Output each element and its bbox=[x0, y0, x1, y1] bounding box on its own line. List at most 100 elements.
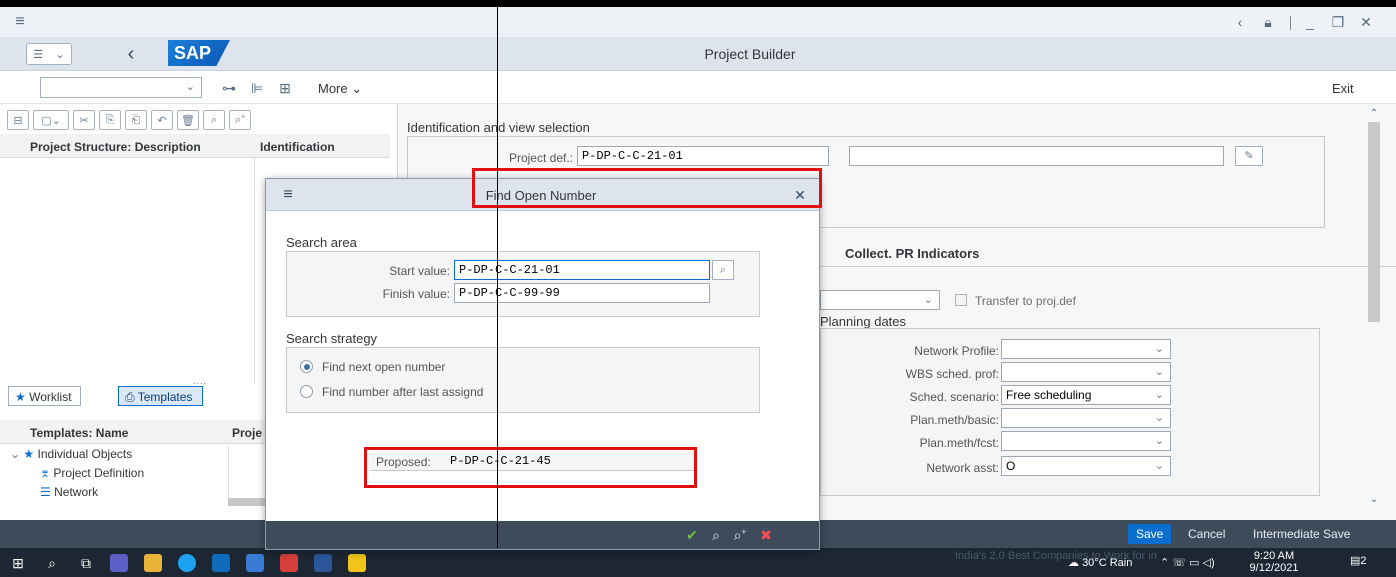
app-icon[interactable] bbox=[246, 554, 264, 572]
worklist-tab[interactable]: ★ Worklist bbox=[8, 386, 81, 406]
cancel-button[interactable]: Cancel bbox=[1188, 527, 1225, 541]
plan-fcst-dropdown[interactable]: ⌄ bbox=[1001, 431, 1171, 451]
radio-find-after-last[interactable] bbox=[300, 385, 313, 398]
lock-icon[interactable]: 🔒︎ bbox=[1258, 12, 1278, 32]
chevron-down-icon: ⌄ bbox=[10, 447, 21, 461]
plan-basic-dropdown[interactable]: ⌄ bbox=[1001, 408, 1171, 428]
clock[interactable]: 9:20 AM 9/12/2021 bbox=[1244, 550, 1304, 574]
radio-find-next[interactable] bbox=[300, 360, 313, 373]
wbs-sched-dropdown[interactable]: ⌄ bbox=[1001, 362, 1171, 382]
menu-dropdown-button[interactable]: ☰ ⌄ bbox=[26, 43, 72, 65]
cursor-line bbox=[497, 0, 498, 548]
chevron-down-icon: ⌄ bbox=[1154, 435, 1164, 447]
hamburger-menu-icon[interactable]: ≡ bbox=[10, 12, 30, 32]
wbs-sched-label: WBS sched. prof: bbox=[905, 367, 999, 381]
sched-scenario-dropdown[interactable]: Free scheduling ⌄ bbox=[1001, 385, 1171, 405]
search-area-title: Search area bbox=[286, 235, 357, 250]
hierarchy-icon[interactable]: ⊞ bbox=[274, 77, 296, 99]
cut-icon[interactable]: ✂ bbox=[73, 110, 95, 130]
start-value-input[interactable]: P-DP-C-C-21-01 bbox=[454, 260, 710, 280]
edit-icon[interactable]: ✎ bbox=[1235, 146, 1263, 166]
templates-tab[interactable]: ⎙ Templates bbox=[118, 386, 204, 406]
teams-icon[interactable] bbox=[110, 554, 128, 572]
vertical-scrollbar[interactable] bbox=[1368, 122, 1380, 322]
finish-value-input[interactable]: P-DP-C-C-99-99 bbox=[454, 283, 710, 303]
page-title: Project Builder bbox=[704, 46, 796, 62]
column-divider bbox=[254, 158, 255, 384]
profile-dropdown[interactable]: ⌄ bbox=[820, 290, 940, 310]
projdef-description-input[interactable] bbox=[849, 146, 1224, 166]
notification-center[interactable]: ▤2 bbox=[1350, 554, 1367, 567]
expand-icon[interactable]: ⊟ bbox=[7, 110, 29, 130]
time: 9:20 AM bbox=[1253, 550, 1295, 562]
intermediate-save-button[interactable]: Intermediate Save bbox=[1253, 527, 1350, 541]
tree-node-project-definition[interactable]: ⌆ Project Definition bbox=[40, 466, 260, 484]
sap-gui-icon[interactable] bbox=[348, 554, 366, 572]
finish-value-label: Finish value: bbox=[382, 287, 450, 301]
templates-proj-header[interactable]: Proje bbox=[228, 420, 268, 444]
security-icon[interactable] bbox=[280, 554, 298, 572]
align-left-icon[interactable]: ⊫ bbox=[246, 77, 268, 99]
tree-node-individual[interactable]: ⌄ ★ Individual Objects bbox=[10, 447, 260, 465]
cancel-icon[interactable]: ✖ bbox=[756, 525, 776, 545]
copy-icon[interactable]: ⎘ bbox=[99, 110, 121, 130]
value-help-icon[interactable]: ⌕ bbox=[712, 260, 734, 280]
edge-icon[interactable] bbox=[178, 554, 196, 572]
delete-icon[interactable]: 🗑︎ bbox=[177, 110, 199, 130]
projdef-label: Project def.: bbox=[508, 151, 573, 165]
more-menu[interactable]: More ⌄ bbox=[318, 81, 362, 97]
tab-collect-pr[interactable]: Collect. PR Indicators bbox=[845, 246, 979, 261]
word-icon[interactable] bbox=[314, 554, 332, 572]
scroll-up-icon[interactable]: ⌃ bbox=[1365, 104, 1383, 122]
confirm-icon[interactable]: ✔ bbox=[682, 525, 702, 545]
projdef-input[interactable]: P-DP-C-C-21-01 bbox=[577, 146, 829, 166]
undo-icon[interactable]: ↶ bbox=[151, 110, 173, 130]
col-structure-header[interactable]: Project Structure: Description bbox=[0, 134, 254, 158]
network-profile-label: Network Profile: bbox=[914, 344, 999, 358]
more-label: More bbox=[318, 81, 348, 96]
network-profile-dropdown[interactable]: ⌄ bbox=[1001, 339, 1171, 359]
save-button[interactable]: Save bbox=[1128, 524, 1172, 544]
col-identification-header[interactable]: Identification bbox=[254, 134, 390, 158]
command-field[interactable]: ⌄ bbox=[40, 77, 202, 98]
file-explorer-icon[interactable] bbox=[144, 554, 162, 572]
tree-label: Network bbox=[54, 485, 99, 499]
chevron-down-icon: ⌄ bbox=[1154, 412, 1164, 424]
paste-icon[interactable]: ⎗ bbox=[125, 110, 147, 130]
search-icon[interactable]: ⌕ bbox=[42, 553, 62, 573]
glasses-icon[interactable]: ⊶ bbox=[218, 77, 240, 99]
transfer-checkbox[interactable] bbox=[955, 294, 967, 306]
system-tray-icons[interactable]: ⌃ ☏ ▭ ◁) bbox=[1160, 556, 1215, 569]
horizontal-scrollbar[interactable] bbox=[228, 498, 268, 506]
plan-fcst-label: Plan.meth/fcst: bbox=[919, 436, 999, 450]
close-window-icon[interactable]: ✕ bbox=[1356, 12, 1376, 32]
back-button[interactable]: ‹ bbox=[120, 43, 142, 65]
templates-name-header[interactable]: Templates: Name bbox=[0, 420, 228, 444]
minimize-icon[interactable]: _ bbox=[1300, 12, 1320, 32]
planning-title: Planning dates bbox=[820, 314, 907, 329]
star-icon: ★ bbox=[23, 447, 35, 461]
network-asst-dropdown[interactable]: O ⌄ bbox=[1001, 456, 1171, 476]
menu-icon: ☰ bbox=[33, 48, 44, 61]
templates-label: Templates bbox=[137, 390, 193, 404]
chevron-down-icon: ⌄ bbox=[185, 81, 195, 93]
windows-start-icon[interactable]: ⊞ bbox=[8, 553, 28, 573]
chevron-left-icon[interactable]: ‹ bbox=[1230, 12, 1250, 32]
dialog-menu-icon[interactable]: ≡ bbox=[278, 185, 298, 205]
tree-node-network[interactable]: ☰ Network bbox=[40, 485, 260, 503]
search-icon[interactable]: ⌕ bbox=[203, 110, 225, 130]
tree-label: Project Definition bbox=[53, 466, 145, 480]
outlook-icon[interactable] bbox=[212, 554, 230, 572]
restore-icon[interactable]: ❐ bbox=[1328, 12, 1348, 32]
dialog-footer: ✔ ⌕ ⌕⁺ ✖ bbox=[266, 521, 819, 549]
search-next-icon[interactable]: ⌕⁺ bbox=[229, 110, 251, 130]
task-view-icon[interactable]: ⧉ bbox=[76, 553, 96, 573]
exit-button[interactable]: Exit bbox=[1332, 81, 1354, 96]
scroll-down-icon[interactable]: ⌄ bbox=[1365, 490, 1383, 508]
search-icon[interactable]: ⌕ bbox=[706, 525, 726, 545]
start-value-label: Start value: bbox=[389, 264, 450, 278]
main-toolbar: ⌄ ⊶ ⊫ ⊞ More ⌄ Exit bbox=[0, 71, 1396, 104]
weather-widget[interactable]: ☁ 30°C Rain bbox=[1068, 556, 1132, 569]
create-dropdown-icon[interactable]: ▢⌄ bbox=[33, 110, 69, 130]
search-next-icon[interactable]: ⌕⁺ bbox=[730, 525, 750, 545]
